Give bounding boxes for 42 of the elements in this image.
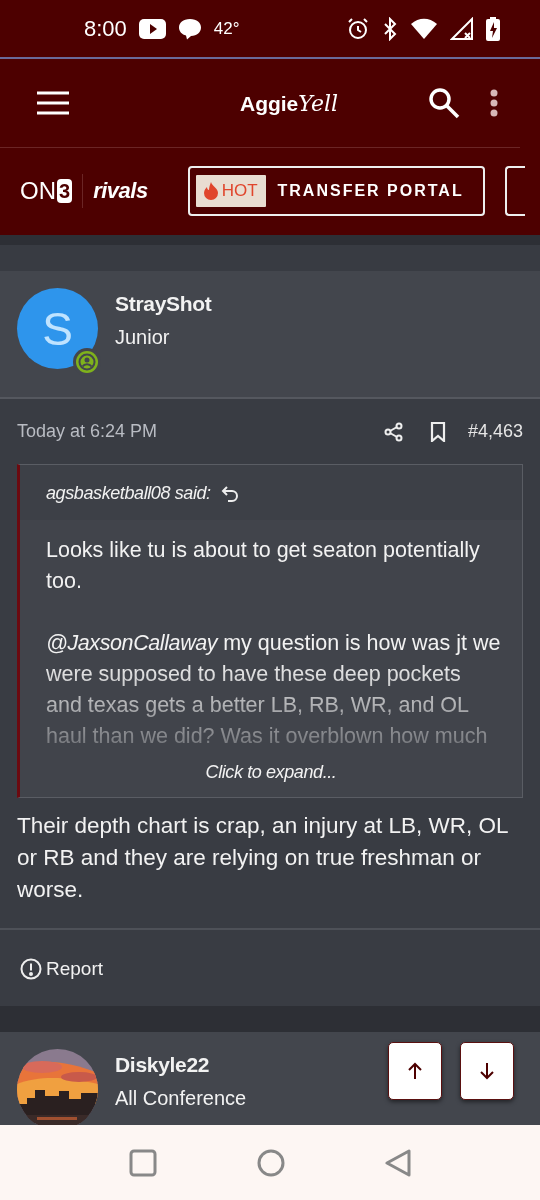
back-icon[interactable]: [385, 1148, 411, 1177]
hot-label: HOT: [221, 181, 258, 201]
bookmark-icon[interactable]: [429, 421, 446, 442]
recent-apps-icon[interactable]: [129, 1148, 157, 1177]
partner-logo[interactable]: rivals: [93, 178, 148, 204]
transfer-portal-button[interactable]: HOT TRANSFER PORTAL: [187, 166, 485, 216]
scroll-down-button[interactable]: [460, 1042, 514, 1100]
home-icon[interactable]: [257, 1148, 285, 1177]
partner-logo[interactable]: ON 3: [20, 177, 73, 205]
post-time[interactable]: Today at 6:24 PM: [17, 421, 158, 442]
partial-button[interactable]: [504, 166, 525, 216]
report-button[interactable]: Report: [20, 958, 104, 980]
share-icon[interactable]: [383, 421, 404, 442]
cell-signal-icon: [450, 16, 474, 41]
wifi-icon: [410, 17, 438, 40]
search-icon[interactable]: [428, 87, 460, 119]
clock-time: 8:00: [84, 15, 127, 42]
site-logo[interactable]: AggieYell: [159, 90, 338, 116]
quote-text: Looks like tu is about to get seaton potentially too.: [46, 537, 481, 595]
arrow-down-icon: [479, 1062, 495, 1080]
post-number[interactable]: #4,463: [467, 421, 523, 442]
play-icon: [138, 18, 166, 39]
alarm-clock-icon: [346, 16, 370, 41]
reply-arrow-icon[interactable]: [220, 484, 239, 503]
bluetooth-icon: [382, 16, 398, 41]
scroll-up-button[interactable]: [388, 1042, 442, 1100]
menu-icon[interactable]: [36, 91, 70, 115]
expand-link[interactable]: Click to expand...: [20, 752, 522, 797]
quote-text: @JaxsonCallaway my question is how was jt we were supposed to have these deep pockets and texas gets a better LB, RB, WR, and OL haul than we did? Was it overblown how much: [46, 630, 502, 750]
chat-bubble-icon: [177, 17, 202, 40]
username[interactable]: Diskyle22: [115, 1053, 247, 1077]
mention-link[interactable]: @JaxsonCallaway: [46, 631, 218, 655]
flame-icon: [203, 182, 218, 200]
user-title: Junior: [115, 326, 171, 349]
username[interactable]: StrayShot: [115, 292, 212, 316]
user-title: All Conference: [115, 1087, 247, 1110]
alert-icon: [20, 958, 42, 980]
battery-charging-icon: [486, 16, 500, 41]
quote-author[interactable]: agsbasketball08 said:: [46, 483, 211, 504]
more-options-icon[interactable]: [490, 89, 498, 117]
temperature: 42°: [213, 18, 240, 39]
arrow-up-icon: [407, 1062, 423, 1080]
